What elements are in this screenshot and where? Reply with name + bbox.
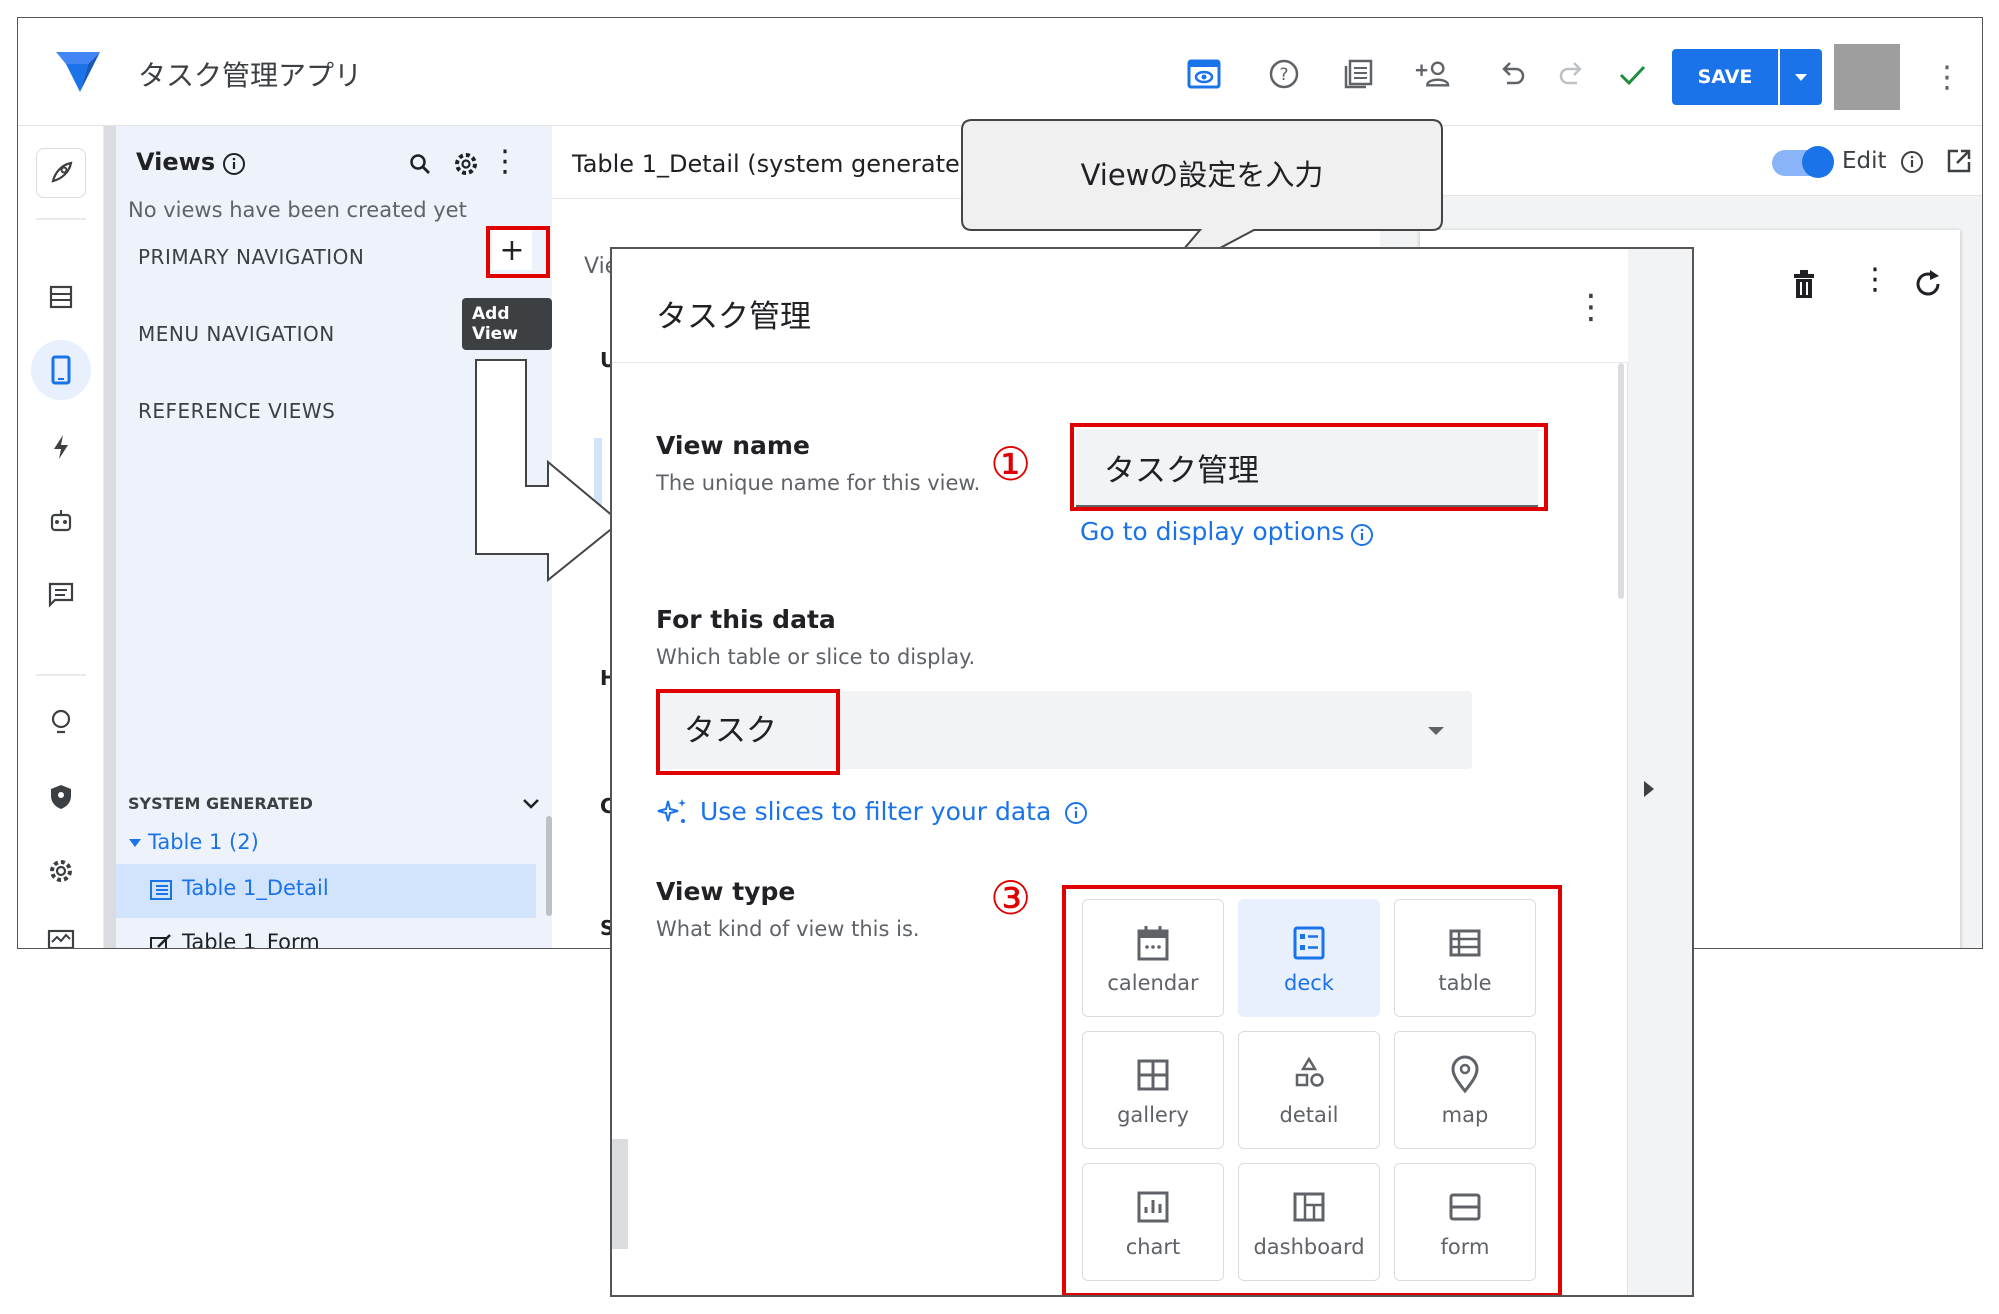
view-type-form[interactable]: form bbox=[1394, 1163, 1536, 1281]
marker-3: ③ bbox=[990, 871, 1032, 925]
add-view-tooltip: Add View bbox=[462, 298, 552, 350]
slices-link[interactable]: Use slices to filter your data bbox=[700, 797, 1051, 826]
view-type-gallery[interactable]: gallery bbox=[1082, 1031, 1224, 1149]
caret-down-icon bbox=[1795, 74, 1807, 81]
chat-icon[interactable] bbox=[36, 570, 86, 620]
map-pin-icon bbox=[1451, 1055, 1479, 1094]
view-type-deck[interactable]: deck bbox=[1238, 899, 1380, 1017]
ideas-icon[interactable] bbox=[36, 698, 86, 748]
highlight-add-view bbox=[486, 226, 550, 278]
settings-icon[interactable] bbox=[36, 846, 86, 896]
automation-icon[interactable] bbox=[36, 496, 86, 546]
gear-icon[interactable] bbox=[452, 150, 480, 178]
form-icon bbox=[1449, 1193, 1481, 1221]
share-icon[interactable] bbox=[1414, 56, 1450, 92]
info-icon[interactable] bbox=[1350, 523, 1374, 547]
check-icon[interactable] bbox=[1614, 56, 1650, 92]
save-button[interactable]: SAVE bbox=[1672, 49, 1778, 105]
appsheet-logo-icon bbox=[56, 52, 100, 92]
section-primary-navigation: PRIMARY NAVIGATION bbox=[138, 245, 365, 269]
editor-header: Table 1_Detail (system generated) bbox=[572, 150, 985, 178]
refresh-icon[interactable] bbox=[1912, 268, 1944, 300]
docs-icon[interactable] bbox=[1340, 56, 1376, 92]
delete-icon[interactable] bbox=[1790, 268, 1818, 300]
marker-1: ① bbox=[990, 437, 1032, 491]
view-type-detail[interactable]: detail bbox=[1238, 1031, 1380, 1149]
gallery-icon bbox=[1137, 1059, 1169, 1091]
view-type-help: What kind of view this is. bbox=[656, 917, 920, 941]
sparkle-icon bbox=[657, 799, 686, 823]
section-reference-views: REFERENCE VIEWS bbox=[138, 399, 336, 423]
data-icon[interactable] bbox=[36, 272, 86, 322]
caret-down-icon[interactable] bbox=[128, 838, 142, 848]
deck-icon bbox=[1293, 926, 1325, 960]
help-icon[interactable]: ? bbox=[1266, 56, 1302, 92]
for-data-label: For this data bbox=[656, 605, 836, 634]
info-icon[interactable] bbox=[1064, 801, 1088, 825]
arrow-icon bbox=[475, 359, 622, 582]
tree-group-table1[interactable]: Table 1 (2) bbox=[148, 830, 259, 854]
more-vert-icon[interactable]: ⋮ bbox=[490, 144, 520, 179]
dashboard-icon bbox=[1293, 1192, 1325, 1222]
view-type-table[interactable]: table bbox=[1394, 899, 1536, 1017]
monitor-icon[interactable] bbox=[36, 916, 86, 948]
views-icon[interactable] bbox=[31, 340, 91, 400]
avatar[interactable] bbox=[1834, 44, 1900, 110]
section-menu-navigation: MENU NAVIGATION bbox=[138, 322, 335, 346]
highlight-data bbox=[656, 689, 840, 775]
search-icon[interactable] bbox=[408, 152, 432, 176]
view-name-help: The unique name for this view. bbox=[656, 471, 981, 495]
app-title: タスク管理アプリ bbox=[138, 59, 363, 92]
view-type-label: View type bbox=[656, 877, 796, 906]
display-options-link[interactable]: Go to display options bbox=[1080, 517, 1344, 546]
top-bar: タスク管理アプリ ? SAVE ⋮ bbox=[18, 18, 1982, 126]
security-icon[interactable] bbox=[36, 772, 86, 822]
detail-view-icon bbox=[150, 880, 172, 900]
callout-text: Viewの設定を入力 bbox=[1080, 158, 1324, 192]
save-dropdown-button[interactable] bbox=[1780, 49, 1822, 105]
more-vert-icon[interactable]: ⋮ bbox=[1574, 287, 1608, 327]
redo-icon[interactable] bbox=[1554, 56, 1590, 92]
preview-icon[interactable] bbox=[1186, 56, 1222, 92]
actions-icon[interactable] bbox=[36, 422, 86, 472]
info-icon[interactable] bbox=[222, 152, 246, 176]
system-generated-label: SYSTEM GENERATED bbox=[128, 794, 313, 813]
dialog-title: タスク管理 bbox=[656, 299, 811, 335]
view-type-map[interactable]: map bbox=[1394, 1031, 1536, 1149]
view-type-calendar[interactable]: calendar bbox=[1082, 899, 1224, 1017]
tree-item-table1-form[interactable]: Table 1_Form bbox=[182, 930, 320, 948]
view-name-label: View name bbox=[656, 431, 810, 460]
view-type-chart[interactable]: chart bbox=[1082, 1163, 1224, 1281]
svg-text:?: ? bbox=[1279, 65, 1288, 85]
edit-icon bbox=[150, 934, 171, 948]
caret-right-icon[interactable] bbox=[1642, 779, 1656, 799]
chevron-down-icon[interactable] bbox=[522, 798, 540, 810]
empty-note: No views have been created yet bbox=[128, 198, 467, 222]
tree-item-table1-detail[interactable]: Table 1_Detail bbox=[182, 876, 329, 900]
more-vert-icon[interactable]: ⋮ bbox=[1860, 262, 1890, 297]
calendar-icon bbox=[1137, 926, 1169, 961]
view-settings-dialog: タスク管理 ⋮ View name The unique name for th… bbox=[610, 247, 1694, 1297]
views-title: Views bbox=[136, 148, 216, 176]
caret-down-icon bbox=[1428, 727, 1444, 735]
highlight-view-name bbox=[1070, 423, 1548, 511]
rocket-icon[interactable] bbox=[36, 148, 86, 198]
chart-icon bbox=[1137, 1191, 1169, 1223]
undo-icon[interactable] bbox=[1494, 56, 1530, 92]
scrollbar[interactable] bbox=[1618, 363, 1624, 599]
shapes-icon bbox=[1295, 1056, 1324, 1087]
left-rail bbox=[18, 126, 104, 948]
open-external-icon[interactable] bbox=[1946, 148, 1972, 174]
view-type-dashboard[interactable]: dashboard bbox=[1238, 1163, 1380, 1281]
info-icon[interactable] bbox=[1900, 150, 1924, 174]
table-icon bbox=[1449, 929, 1481, 957]
more-vert-icon[interactable]: ⋮ bbox=[1932, 60, 1962, 95]
for-data-help: Which table or slice to display. bbox=[656, 645, 976, 669]
edit-label: Edit bbox=[1842, 148, 1887, 174]
